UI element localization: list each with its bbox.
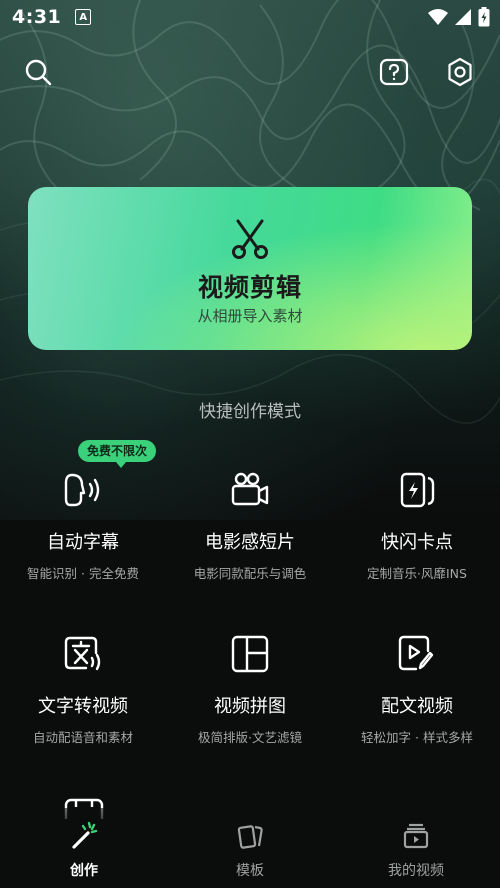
help-icon [379,58,409,86]
free-badge: 免费不限次 [78,440,157,468]
tab-create[interactable]: 创作 [24,820,144,880]
feature-subtitle: 电影同款配乐与调色 [193,566,307,581]
feature-title: 自动字幕 [47,532,119,553]
status-time: 4:31 [12,6,62,28]
feature-cinematic[interactable]: 电影感短片 电影同款配乐与调色 [167,466,333,582]
feature-subtitle: 自动配语音和素材 [32,730,133,745]
feature-caption-video[interactable]: 配文视频 轻松加字 · 样式多样 [334,630,500,746]
template-icon [190,820,310,852]
notification-a-icon: A [75,9,92,25]
search-button[interactable] [20,54,56,90]
search-icon [25,59,52,86]
feature-title: 视频拼图 [214,696,286,717]
feature-subtitle: 极简排版·文艺滤镜 [198,730,302,745]
feature-subtitle: 轻松加字 · 样式多样 [361,730,473,745]
help-button[interactable] [376,54,412,90]
feature-title: 配文视频 [381,696,453,717]
gear-icon [448,57,472,87]
nav-label: 模板 [236,863,264,879]
scissors-icon [232,219,268,259]
text-to-video-icon [59,630,107,678]
bottom-nav: 创作 模板 我的视频 [0,808,500,888]
feature-title: 文字转视频 [38,696,128,717]
nav-label: 我的视频 [388,863,444,879]
tab-my-videos[interactable]: 我的视频 [356,820,476,880]
settings-button[interactable] [442,54,478,90]
feature-subtitle: 智能识别 · 完全免费 [27,566,139,581]
battery-icon [478,7,490,27]
wifi-icon [428,9,448,25]
tab-templates[interactable]: 模板 [190,820,310,880]
nav-label: 创作 [70,863,98,879]
feature-auto-subtitle[interactable]: 自动字幕 智能识别 · 完全免费 [0,466,166,582]
card-subtitle: 从相册导入素材 [197,307,303,325]
feature-flash-beat[interactable]: 快闪卡点 定制音乐·风靡INS [334,466,500,582]
speech-icon [59,466,107,514]
collage-icon [226,630,274,678]
feature-title: 快闪卡点 [381,532,453,553]
my-videos-icon [356,820,476,852]
quick-create-title: 快捷创作模式 [199,402,301,422]
status-bar: 4:31 A [0,0,500,34]
feature-subtitle: 定制音乐·风靡INS [367,566,467,581]
caption-video-icon [393,630,441,678]
status-icons [428,7,490,27]
video-edit-card[interactable]: 视频剪辑 从相册导入素材 [28,187,472,350]
magic-wand-icon [24,820,144,852]
feature-title: 电影感短片 [205,532,295,553]
card-title: 视频剪辑 [197,273,302,302]
feature-collage[interactable]: 视频拼图 极简排版·文艺滤镜 [167,630,333,746]
feature-text-to-video[interactable]: 文字转视频 自动配语音和素材 [0,630,166,746]
flash-cards-icon [393,466,441,514]
signal-icon [455,9,471,25]
movie-camera-icon [226,466,274,514]
